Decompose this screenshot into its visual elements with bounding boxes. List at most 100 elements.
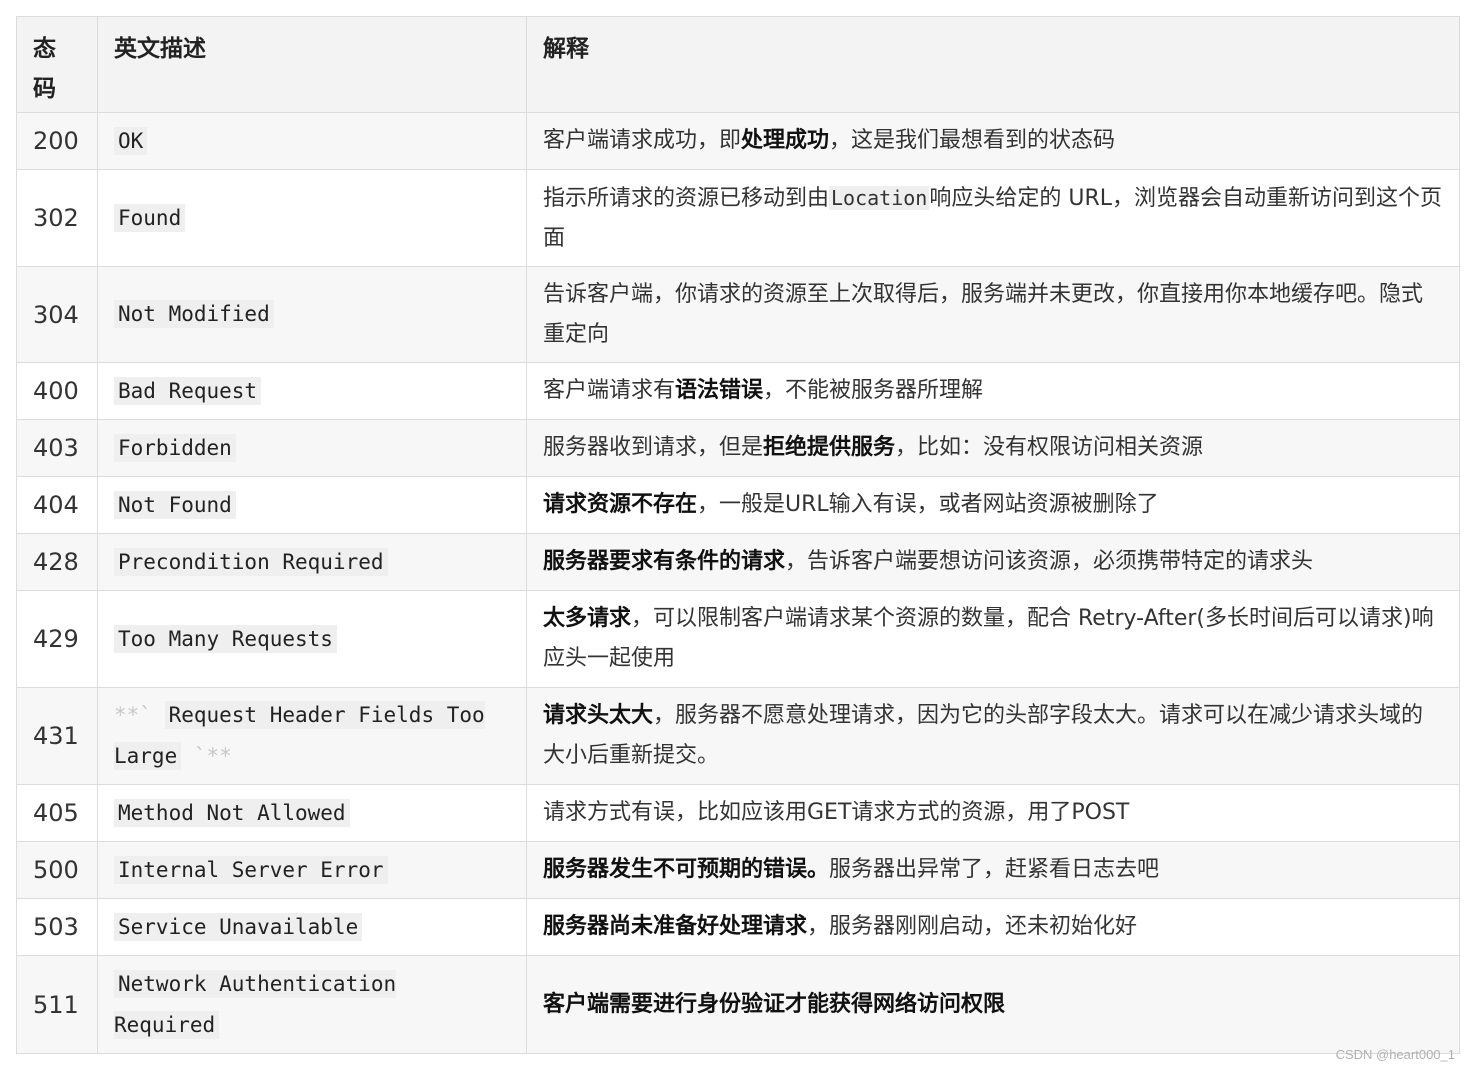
status-description: 服务器尚未准备好处理请求，服务器刚刚启动，还未初始化好 <box>526 898 1460 956</box>
page: 态码 英文描述 解释 200 OK 客户端请求成功，即处理成功，这是我们最想看到的状… <box>0 0 1469 1070</box>
status-name: OK <box>97 112 527 170</box>
status-name: Internal Server Error <box>97 841 527 899</box>
status-description: 指示所请求的资源已移动到由 Location响应头给定的 URL，浏览器会自动重新… <box>526 169 1460 267</box>
table-header-row: 态码 英文描述 解释 <box>16 16 1460 113</box>
table-row: 403 Forbidden 服务器收到请求，但是拒绝提供服务，比如：没有权限访问相关… <box>16 419 1460 477</box>
description-bold: 服务器要求有条件的请求 <box>543 549 786 574</box>
description-bold: 处理成功 <box>741 128 830 153</box>
status-code: 431 <box>16 687 98 785</box>
status-name-text: Internal Server Error <box>114 855 388 884</box>
header-code: 态码 <box>16 16 98 113</box>
status-name-text: Method Not Allowed <box>114 798 350 827</box>
status-code: 403 <box>16 419 98 477</box>
description-text: ，比如：没有权限访问相关资源 <box>895 435 1204 460</box>
status-name-text: OK <box>114 126 148 155</box>
description-bold: 语法错误 <box>675 378 764 403</box>
description-bold: 太多请求 <box>543 606 632 631</box>
description-text: 请求方式有误，比如应该用GET请求方式的资源，用了POST <box>543 800 1130 825</box>
status-code: 511 <box>16 955 98 1054</box>
description-bold: 拒绝提供服务 <box>763 435 896 460</box>
markdown-suffix: `** <box>181 744 232 768</box>
table-row: 500 Internal Server Error 服务器发生不可预期的错误。服务器… <box>16 841 1460 899</box>
status-name: **` Request Header Fields Too Large `** <box>97 687 527 785</box>
status-name-text: Request Header Fields Too Large <box>114 701 485 770</box>
description-text: 客户端请求成功，即 <box>543 128 742 153</box>
status-description: 服务器发生不可预期的错误。服务器出异常了，赶紧看日志去吧 <box>526 841 1460 899</box>
table-row: 400 Bad Request 客户端请求有语法错误，不能被服务器所理解 <box>16 362 1460 420</box>
status-code: 400 <box>16 362 98 420</box>
status-name-text: Service Unavailable <box>114 912 363 941</box>
status-name-text: Forbidden <box>114 433 236 462</box>
status-name-text: Not Modified <box>114 300 274 328</box>
status-description: 服务器要求有条件的请求，告诉客户端要想访问该资源，必须携带特定的请求头 <box>526 533 1460 591</box>
status-name: Network Authentication Required <box>97 955 527 1054</box>
status-code: 500 <box>16 841 98 899</box>
status-name: Not Found <box>97 476 527 534</box>
status-name: Forbidden <box>97 419 527 477</box>
status-name: Precondition Required <box>97 533 527 591</box>
status-description: 客户端需要进行身份验证才能获得网络访问权限 <box>526 955 1460 1054</box>
status-description: 请求头太大，服务器不愿意处理请求，因为它的头部字段太大。请求可以在减少请求头域的… <box>526 687 1460 785</box>
status-name: Method Not Allowed <box>97 784 527 842</box>
description-text: ，服务器刚刚启动，还未初始化好 <box>807 914 1138 939</box>
status-name: Bad Request <box>97 362 527 420</box>
description-code: Location <box>829 185 930 210</box>
description-text: ，可以限制客户端请求某个资源的数量，配合 Retry-After(多长时间后可以… <box>543 606 1434 671</box>
status-name-text: Precondition Required <box>114 547 388 576</box>
status-name: Not Modified <box>97 266 527 363</box>
status-code: 428 <box>16 533 98 591</box>
status-code: 200 <box>16 112 98 170</box>
status-code: 404 <box>16 476 98 534</box>
table-row: 431 **` Request Header Fields Too Large `… <box>16 687 1460 785</box>
description-text: ，告诉客户端要想访问该资源，必须携带特定的请求头 <box>785 549 1314 574</box>
status-name: Too Many Requests <box>97 590 527 688</box>
table-row: 511 Network Authentication Required 客户端需要进… <box>16 955 1460 1054</box>
table-row: 200 OK 客户端请求成功，即处理成功，这是我们最想看到的状态码 <box>16 112 1460 170</box>
markdown-prefix: **` <box>114 703 165 727</box>
status-description: 客户端请求有语法错误，不能被服务器所理解 <box>526 362 1460 420</box>
status-name-text: Bad Request <box>114 376 262 405</box>
status-code: 503 <box>16 898 98 956</box>
watermark: CSDN @heart000_1 <box>1335 1047 1455 1062</box>
description-text: 服务器出异常了，赶紧看日志去吧 <box>829 857 1160 882</box>
table-body: 200 OK 客户端请求成功，即处理成功，这是我们最想看到的状态码 302 Found 指… <box>16 112 1460 1054</box>
table-row: 404 Not Found 请求资源不存在，一般是URL输入有误，或者网站资源被删除… <box>16 476 1460 534</box>
table-row: 405 Method Not Allowed 请求方式有误，比如应该用GET请求方式… <box>16 784 1460 842</box>
table-row: 304 Not Modified 告诉客户端，你请求的资源至上次取得后，服务端并未更… <box>16 266 1460 363</box>
status-description: 请求方式有误，比如应该用GET请求方式的资源，用了POST <box>526 784 1460 842</box>
description-text: ，一般是URL输入有误，或者网站资源被删除了 <box>697 492 1159 517</box>
status-code: 429 <box>16 590 98 688</box>
description-text: 服务器收到请求，但是 <box>543 435 764 460</box>
description-bold: 请求头太大 <box>543 703 654 728</box>
header-name: 英文描述 <box>97 16 527 113</box>
status-code: 302 <box>16 169 98 267</box>
description-bold: 请求资源不存在 <box>543 492 698 517</box>
status-name-text: Not Found <box>114 490 236 519</box>
status-name: Service Unavailable <box>97 898 527 956</box>
description-bold: 服务器发生不可预期的错误。 <box>543 857 830 882</box>
status-code-table: 态码 英文描述 解释 200 OK 客户端请求成功，即处理成功，这是我们最想看到的状… <box>16 16 1460 1054</box>
description-text: 告诉客户端，你请求的资源至上次取得后，服务端并未更改，你直接用你本地缓存吧。隐式… <box>543 281 1424 347</box>
table-row: 428 Precondition Required 服务器要求有条件的请求，告诉客户… <box>16 533 1460 591</box>
description-bold: 服务器尚未准备好处理请求 <box>543 914 808 939</box>
status-name-text: Found <box>114 203 186 232</box>
status-description: 请求资源不存在，一般是URL输入有误，或者网站资源被删除了 <box>526 476 1460 534</box>
table-row: 302 Found 指示所请求的资源已移动到由 Location响应头给定的 URL，… <box>16 169 1460 267</box>
description-text: ，不能被服务器所理解 <box>763 378 984 403</box>
table-row: 503 Service Unavailable 服务器尚未准备好处理请求，服务器刚刚… <box>16 898 1460 956</box>
table-row: 429 Too Many Requests 太多请求，可以限制客户端请求某个资源的数… <box>16 590 1460 688</box>
status-description: 告诉客户端，你请求的资源至上次取得后，服务端并未更改，你直接用你本地缓存吧。隐式… <box>526 266 1460 363</box>
description-bold: 客户端需要进行身份验证才能获得网络访问权限 <box>543 991 1006 1017</box>
status-name: Found <box>97 169 527 267</box>
description-text: 指示所请求的资源已移动到由 <box>543 185 830 211</box>
header-desc: 解释 <box>526 16 1460 113</box>
status-name-text: Too Many Requests <box>114 624 337 653</box>
status-description: 客户端请求成功，即处理成功，这是我们最想看到的状态码 <box>526 112 1460 170</box>
description-text: ，服务器不愿意处理请求，因为它的头部字段太大。请求可以在减少请求头域的大小后重新… <box>543 703 1424 768</box>
status-code: 405 <box>16 784 98 842</box>
status-description: 服务器收到请求，但是拒绝提供服务，比如：没有权限访问相关资源 <box>526 419 1460 477</box>
status-code: 304 <box>16 266 98 363</box>
description-text: 客户端请求有 <box>543 378 676 403</box>
description-text: ，这是我们最想看到的状态码 <box>829 128 1116 153</box>
status-name-text: Network Authentication Required <box>114 969 397 1039</box>
